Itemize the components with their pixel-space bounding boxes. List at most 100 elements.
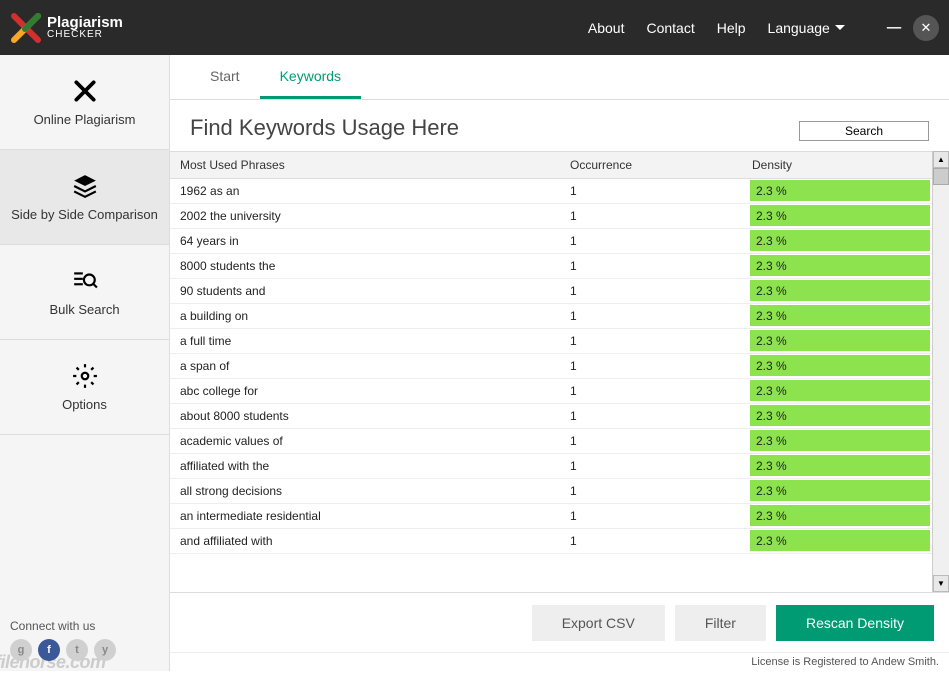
sidebar-footer: Connect with us filehorse.com g f t y	[0, 609, 169, 671]
column-header-occurrence[interactable]: Occurrence	[570, 158, 750, 172]
scroll-track[interactable]	[933, 185, 949, 575]
table-row[interactable]: and affiliated with12.3 %	[170, 529, 932, 554]
cell-density: 2.3 %	[750, 305, 930, 327]
top-nav: About Contact Help Language ─ ✕	[588, 15, 939, 41]
table-row[interactable]: 8000 students the12.3 %	[170, 254, 932, 279]
nav-language-label: Language	[768, 20, 830, 36]
chevron-down-icon	[835, 25, 845, 30]
table-row[interactable]: abc college for12.3 %	[170, 379, 932, 404]
cell-phrase: 1962 as an	[170, 184, 570, 198]
table-row[interactable]: 1962 as an12.3 %	[170, 179, 932, 204]
sidebar-item-online-plagiarism[interactable]: Online Plagiarism	[0, 55, 169, 150]
cell-occurrence: 1	[570, 359, 750, 373]
cell-density: 2.3 %	[750, 430, 930, 452]
close-button[interactable]: ✕	[913, 15, 939, 41]
cell-phrase: a full time	[170, 334, 570, 348]
nav-help[interactable]: Help	[717, 20, 746, 36]
cell-density: 2.3 %	[750, 505, 930, 527]
keywords-table: Most Used Phrases Occurrence Density 196…	[170, 151, 932, 592]
sidebar-item-comparison[interactable]: Side by Side Comparison	[0, 150, 169, 245]
nav-contact[interactable]: Contact	[646, 20, 694, 36]
sidebar: Online Plagiarism Side by Side Compariso…	[0, 55, 170, 671]
tabs: Start Keywords	[170, 55, 949, 100]
table-row[interactable]: about 8000 students12.3 %	[170, 404, 932, 429]
tab-start[interactable]: Start	[190, 56, 260, 99]
cell-density: 2.3 %	[750, 230, 930, 252]
scroll-thumb[interactable]	[933, 168, 949, 185]
logo-title: Plagiarism	[47, 15, 123, 30]
vertical-scrollbar[interactable]: ▲ ▼	[932, 151, 949, 592]
cell-density: 2.3 %	[750, 530, 930, 552]
cell-phrase: about 8000 students	[170, 409, 570, 423]
search-input[interactable]: Search	[799, 121, 929, 141]
table-row[interactable]: academic values of12.3 %	[170, 429, 932, 454]
action-bar: Export CSV Filter Rescan Density	[170, 592, 949, 652]
table-row[interactable]: 90 students and12.3 %	[170, 279, 932, 304]
table-row[interactable]: a span of12.3 %	[170, 354, 932, 379]
cell-phrase: 2002 the university	[170, 209, 570, 223]
cell-phrase: academic values of	[170, 434, 570, 448]
export-csv-button[interactable]: Export CSV	[532, 605, 665, 641]
filter-button[interactable]: Filter	[675, 605, 766, 641]
table-row[interactable]: 2002 the university12.3 %	[170, 204, 932, 229]
table-row[interactable]: a full time12.3 %	[170, 329, 932, 354]
cell-density: 2.3 %	[750, 280, 930, 302]
cell-occurrence: 1	[570, 384, 750, 398]
connect-label: Connect with us	[10, 619, 159, 633]
cell-density: 2.3 %	[750, 380, 930, 402]
cell-occurrence: 1	[570, 509, 750, 523]
sidebar-item-label: Online Plagiarism	[34, 112, 136, 127]
social-youtube-icon[interactable]: y	[94, 639, 116, 661]
cell-density: 2.3 %	[750, 255, 930, 277]
table-row[interactable]: all strong decisions12.3 %	[170, 479, 932, 504]
cell-occurrence: 1	[570, 534, 750, 548]
status-bar: License is Registered to Andew Smith.	[170, 652, 949, 671]
scroll-down-arrow[interactable]: ▼	[933, 575, 949, 592]
cell-phrase: 8000 students the	[170, 259, 570, 273]
social-google-icon[interactable]: g	[10, 639, 32, 661]
cell-phrase: abc college for	[170, 384, 570, 398]
sidebar-item-label: Side by Side Comparison	[11, 207, 158, 222]
tab-keywords[interactable]: Keywords	[260, 56, 361, 99]
sidebar-item-options[interactable]: Options	[0, 340, 169, 435]
sidebar-item-bulk-search[interactable]: Bulk Search	[0, 245, 169, 340]
list-search-icon	[72, 268, 98, 294]
title-bar: Plagiarism CHECKER About Contact Help La…	[0, 0, 949, 55]
nav-language[interactable]: Language	[768, 20, 845, 36]
social-twitter-icon[interactable]: t	[66, 639, 88, 661]
sidebar-item-label: Options	[62, 397, 107, 412]
cell-density: 2.3 %	[750, 330, 930, 352]
column-header-phrase[interactable]: Most Used Phrases	[170, 158, 570, 172]
cell-occurrence: 1	[570, 284, 750, 298]
x-icon	[72, 78, 98, 104]
table-row[interactable]: 64 years in12.3 %	[170, 229, 932, 254]
table-row[interactable]: affiliated with the12.3 %	[170, 454, 932, 479]
layers-icon	[72, 173, 98, 199]
cell-phrase: and affiliated with	[170, 534, 570, 548]
cell-occurrence: 1	[570, 409, 750, 423]
x-logo-icon	[10, 12, 42, 44]
cell-density: 2.3 %	[750, 180, 930, 202]
cell-occurrence: 1	[570, 459, 750, 473]
scroll-up-arrow[interactable]: ▲	[933, 151, 949, 168]
logo-subtitle: CHECKER	[47, 30, 123, 40]
cell-density: 2.3 %	[750, 355, 930, 377]
cell-phrase: all strong decisions	[170, 484, 570, 498]
nav-about[interactable]: About	[588, 20, 625, 36]
cell-occurrence: 1	[570, 209, 750, 223]
table-row[interactable]: an intermediate residential12.3 %	[170, 504, 932, 529]
social-facebook-icon[interactable]: f	[38, 639, 60, 661]
cell-occurrence: 1	[570, 259, 750, 273]
rescan-density-button[interactable]: Rescan Density	[776, 605, 934, 641]
table-row[interactable]: a building on12.3 %	[170, 304, 932, 329]
cell-occurrence: 1	[570, 484, 750, 498]
cell-density: 2.3 %	[750, 405, 930, 427]
cell-phrase: an intermediate residential	[170, 509, 570, 523]
cell-phrase: affiliated with the	[170, 459, 570, 473]
cell-occurrence: 1	[570, 309, 750, 323]
column-header-density[interactable]: Density	[750, 158, 932, 172]
page-heading: Find Keywords Usage Here	[190, 115, 459, 141]
sidebar-item-label: Bulk Search	[49, 302, 119, 317]
cell-density: 2.3 %	[750, 205, 930, 227]
cell-occurrence: 1	[570, 234, 750, 248]
